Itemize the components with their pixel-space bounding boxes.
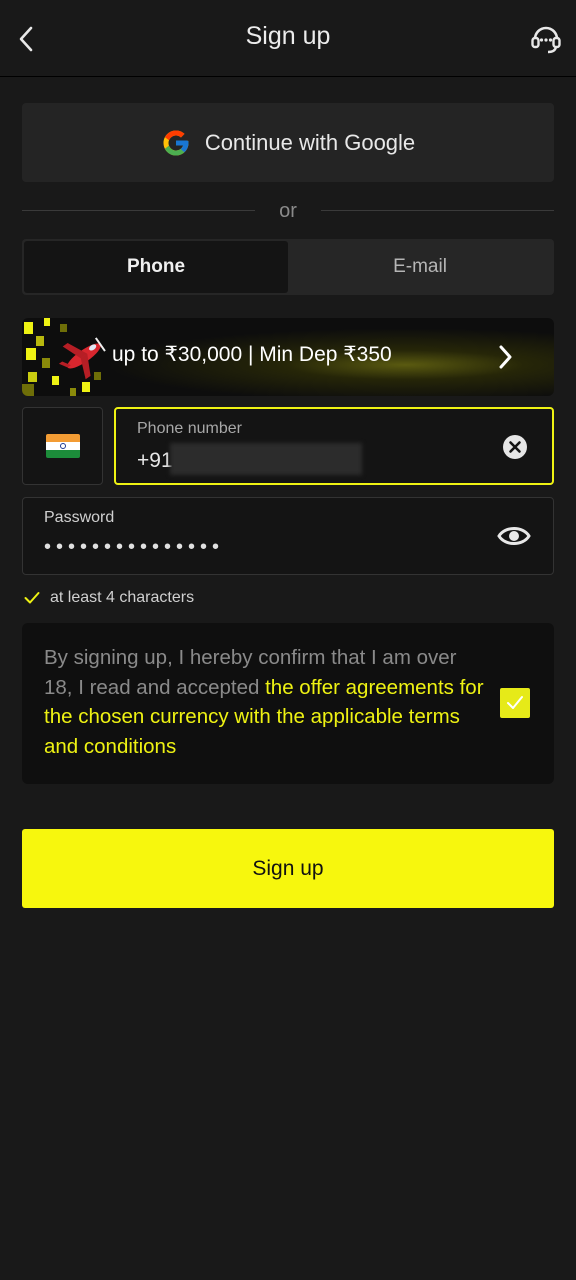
google-button-label: Continue with Google [204, 129, 416, 155]
phone-number-field[interactable]: Phone number +91 [114, 407, 554, 485]
or-divider: or [22, 200, 554, 222]
password-label: Password [44, 509, 115, 526]
consent-text: By signing up, I hereby confirm that I a… [44, 643, 484, 761]
india-flag-icon [45, 434, 80, 458]
country-code-selector[interactable] [22, 407, 103, 485]
divider-text: or [279, 200, 297, 222]
phone-number-label: Phone number [137, 420, 242, 437]
checkmark-icon [507, 696, 523, 709]
terms-checkbox[interactable] [500, 688, 530, 718]
app-header: Sign up [0, 0, 576, 77]
support-button[interactable] [526, 18, 566, 58]
phone-prefix: +91 [137, 449, 173, 472]
tab-phone[interactable]: Phone [24, 241, 288, 293]
divider-line-right [321, 210, 554, 211]
sign-up-button[interactable]: Sign up [22, 829, 554, 908]
promo-banner[interactable]: up to ₹30,000 | Min Dep ₹350 [22, 318, 554, 396]
airplane-icon [58, 337, 106, 380]
google-icon [163, 130, 189, 155]
clear-input-icon[interactable] [502, 434, 528, 460]
tab-email[interactable]: E-mail [288, 241, 552, 293]
continue-with-google-button[interactable]: Continue with Google [22, 103, 554, 182]
promo-text: up to ₹30,000 | Min Dep ₹350 [112, 343, 392, 366]
password-rule-text: at least 4 characters [50, 589, 195, 606]
password-masked-value: ••••••••••••••• [44, 536, 225, 558]
password-field[interactable]: Password ••••••••••••••• [22, 497, 554, 575]
signup-method-tabs: Phone E-mail [22, 239, 554, 295]
chevron-right-icon [499, 345, 512, 369]
page-title: Sign up [245, 22, 331, 50]
terms-consent-box: By signing up, I hereby confirm that I a… [22, 623, 554, 784]
check-icon [24, 592, 40, 604]
redacted-phone-value [170, 443, 362, 475]
headset-icon [531, 26, 561, 54]
password-rule: at least 4 characters [24, 589, 194, 607]
eye-icon[interactable] [497, 522, 531, 550]
